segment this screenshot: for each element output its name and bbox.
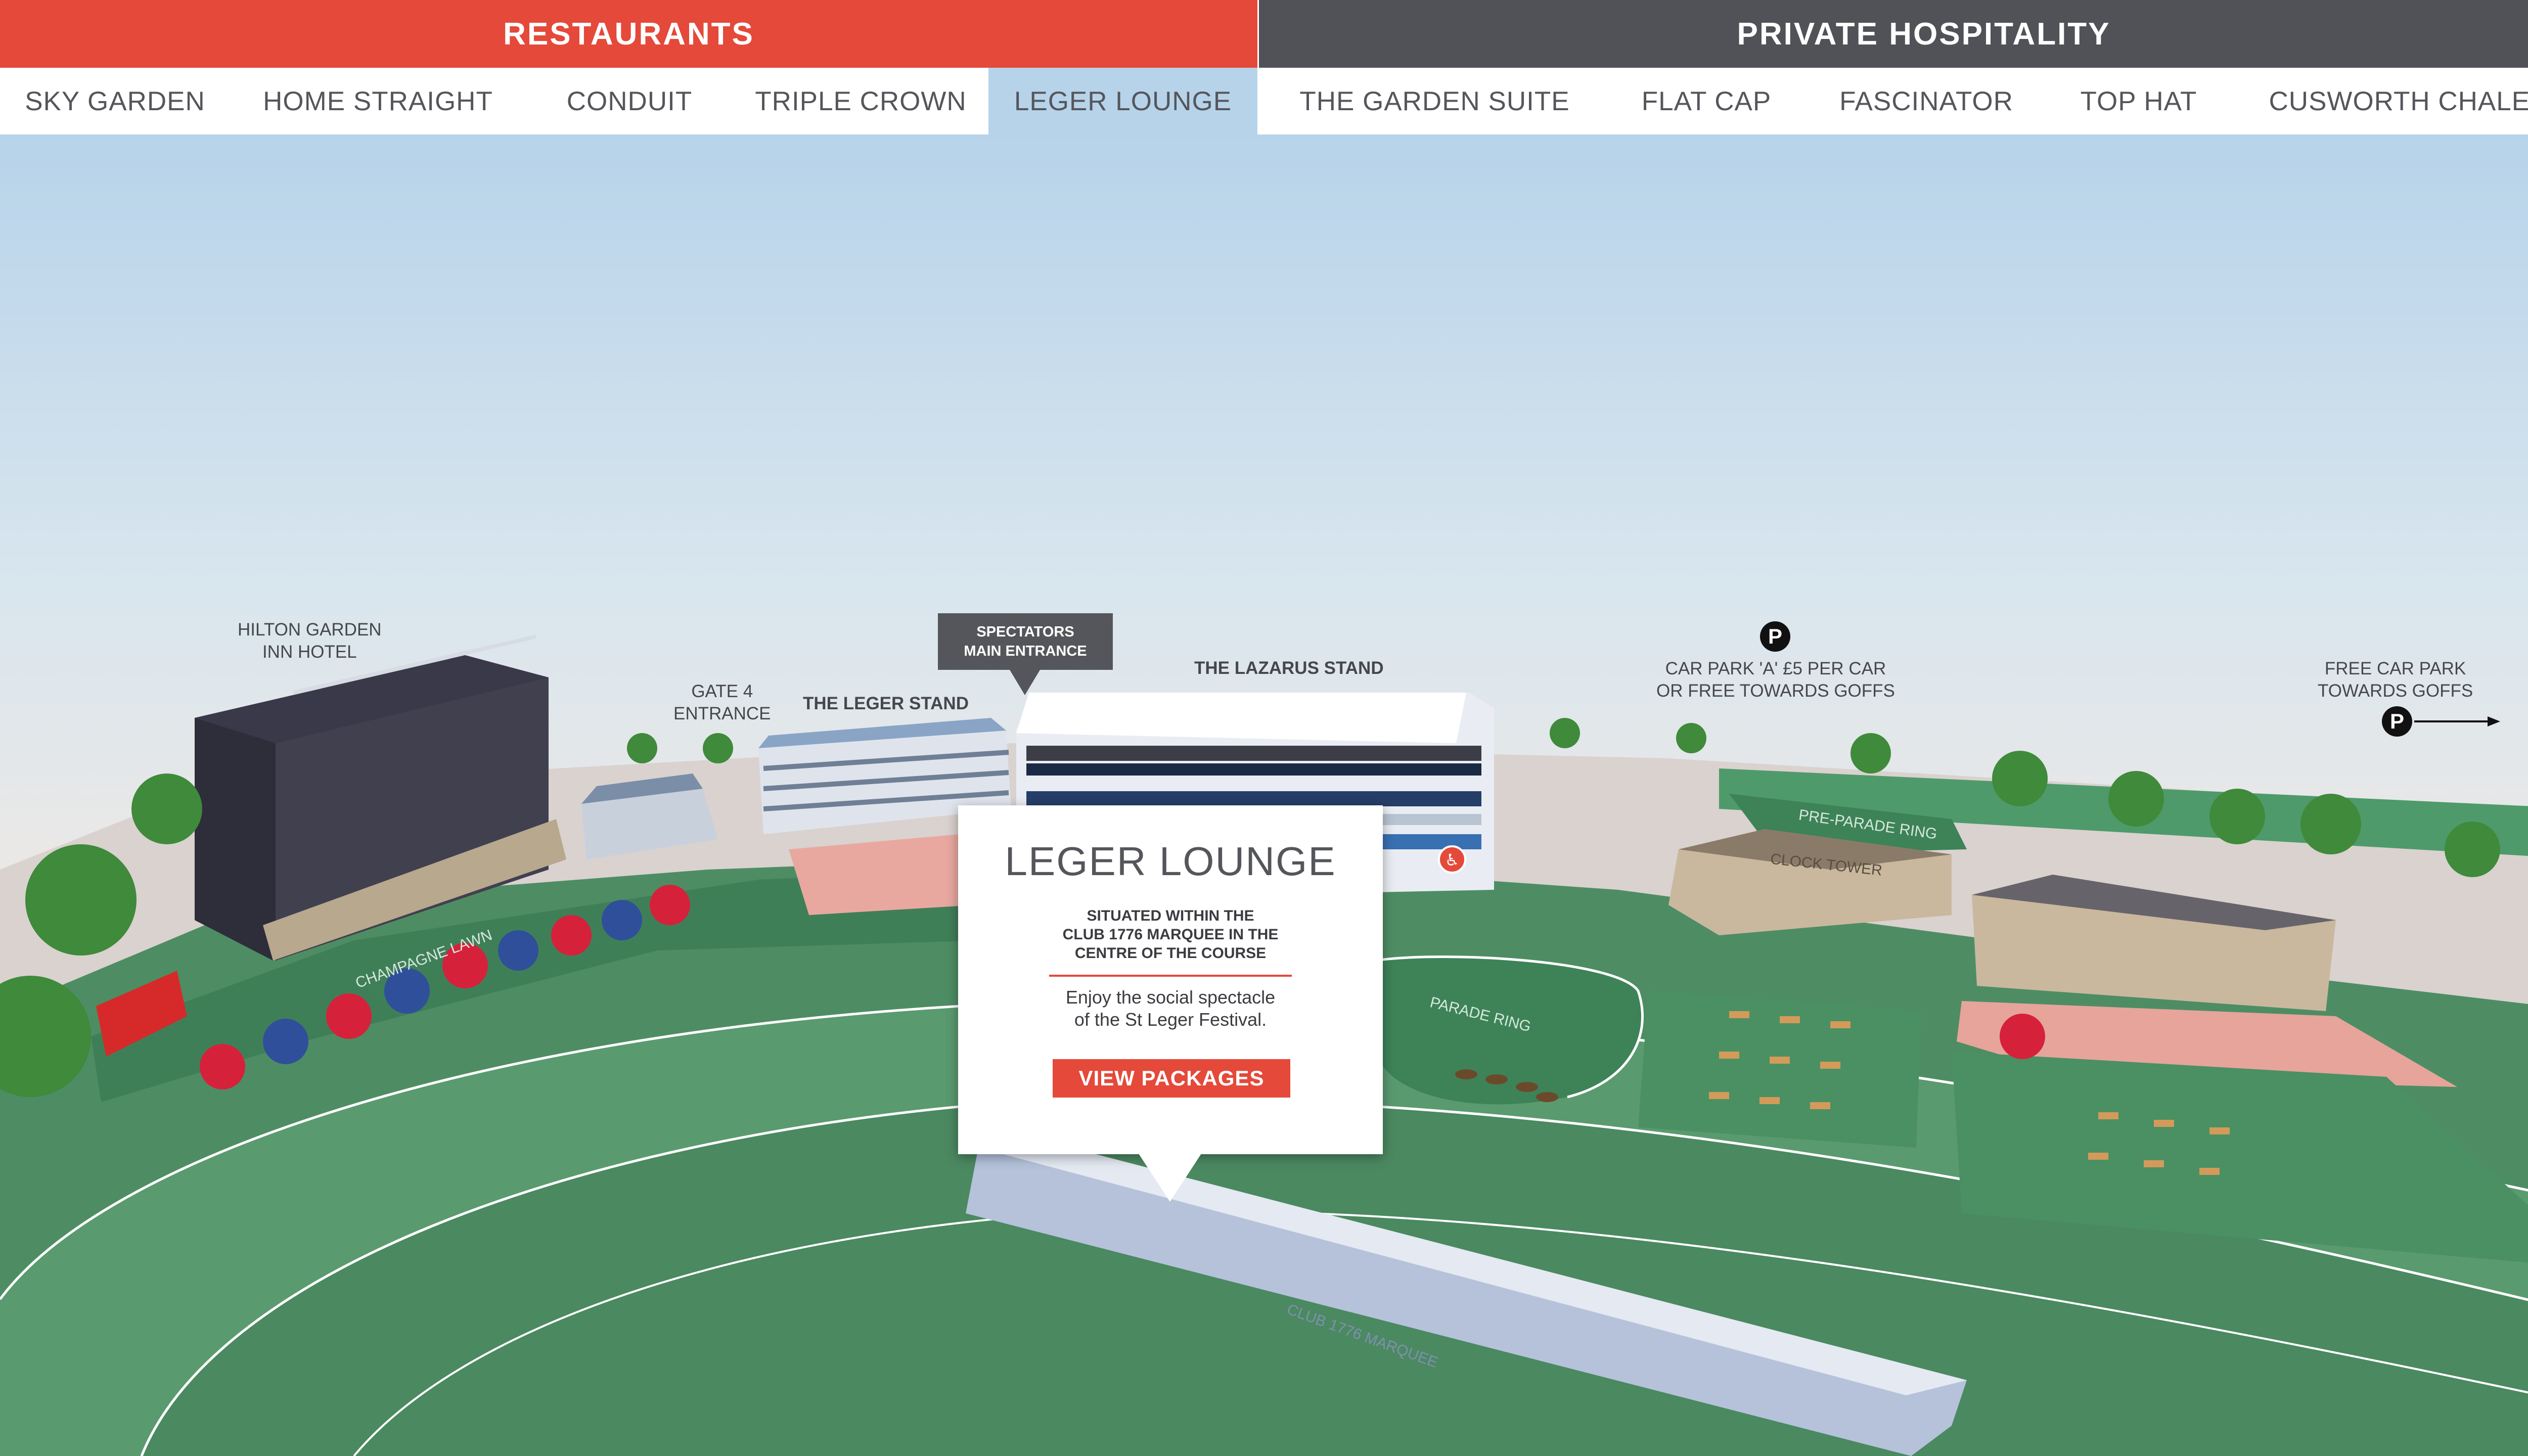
- spectators-entrance-label: SPECTATORS MAIN ENTRANCE: [938, 613, 1113, 670]
- lawn-picnic-left: [1638, 991, 1921, 1148]
- popup-description: Enjoy the social spectacle of the St Lege…: [1065, 987, 1276, 1030]
- restaurants-header[interactable]: RESTAURANTS: [0, 0, 1257, 68]
- svg-text:♿: ♿: [1445, 850, 1460, 870]
- private-hospitality-header[interactable]: PRIVATE HOSPITALITY: [1259, 0, 2528, 68]
- tab-home-straight[interactable]: HOME STRAIGHT: [230, 68, 526, 134]
- gate4-label: GATE 4 ENTRANCE: [673, 681, 771, 723]
- tab-flat-cap[interactable]: FLAT CAP: [1610, 68, 1802, 134]
- free-car-park-label: FREE CAR PARK TOWARDS GOFFS: [2318, 659, 2473, 701]
- app-root: RESTAURANTS PRIVATE HOSPITALITY SKY GARD…: [0, 0, 2528, 1456]
- racecourse-map: ♿ CHAMPAGNE LAWN PRE-PARADE RING CLOCK T…: [0, 134, 2528, 1456]
- lazarus-stand-label: THE LAZARUS STAND: [1194, 658, 1384, 678]
- hilton-label: HILTON GARDEN INN HOTEL: [238, 620, 382, 662]
- popup-title: LEGER LOUNGE: [1005, 839, 1336, 884]
- view-packages-button[interactable]: VIEW PACKAGES: [1053, 1059, 1290, 1098]
- leger-stand-label: THE LEGER STAND: [803, 694, 969, 713]
- parking-icon: P: [2382, 706, 2412, 737]
- popup-pointer: [1139, 1154, 1201, 1202]
- popup-divider: [1049, 975, 1292, 977]
- tab-cusworth-chalet[interactable]: CUSWORTH CHALET: [2227, 68, 2528, 134]
- tab-sky-garden[interactable]: SKY GARDEN: [0, 68, 230, 134]
- spectators-pointer: [1010, 670, 1040, 695]
- tab-fascinator[interactable]: FASCINATOR: [1802, 68, 2050, 134]
- leger-lounge-popup: LEGER LOUNGE SITUATED WITHIN THE CLUB 177…: [958, 805, 1383, 1154]
- tab-garden-suite[interactable]: THE GARDEN SUITE: [1259, 68, 1610, 134]
- tab-conduit[interactable]: CONDUIT: [526, 68, 733, 134]
- tab-leger-lounge[interactable]: LEGER LOUNGE: [988, 68, 1257, 134]
- popup-subtitle: SITUATED WITHIN THE CLUB 1776 MARQUEE IN …: [1062, 907, 1279, 962]
- car-park-a-label: CAR PARK 'A' £5 PER CAR OR FREE TOWARDS G…: [1656, 659, 1895, 701]
- tab-top-hat[interactable]: TOP HAT: [2050, 68, 2227, 134]
- parking-icon: P: [1760, 621, 1790, 652]
- tab-triple-crown[interactable]: TRIPLE CROWN: [733, 68, 988, 134]
- venue-tabs: SKY GARDEN HOME STRAIGHT CONDUIT TRIPLE …: [0, 68, 2528, 134]
